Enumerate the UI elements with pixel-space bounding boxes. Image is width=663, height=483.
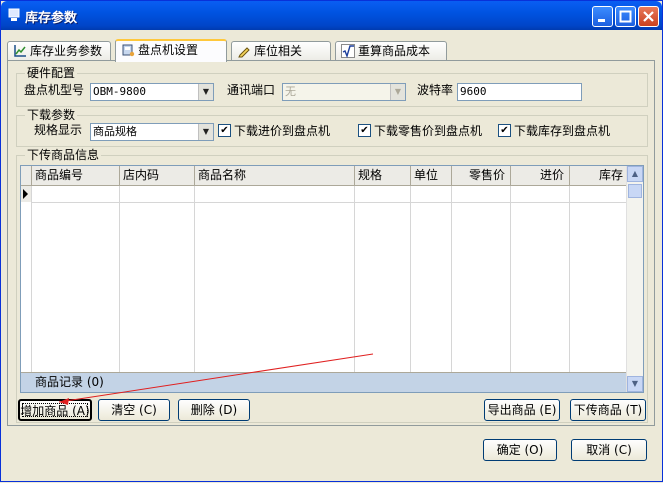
inventory-params-window: 库存参数 库存业务参数 盘点机设置 库位相关 重算商品成本 硬件配置 盘点机型号… [0, 0, 663, 482]
scanner-icon [122, 44, 135, 57]
arrow-head-icon [59, 398, 69, 405]
annotation-arrow [58, 353, 374, 405]
tab-label: 盘点机设置 [138, 43, 199, 57]
tab-scanner-settings[interactable]: 盘点机设置 [115, 39, 227, 62]
